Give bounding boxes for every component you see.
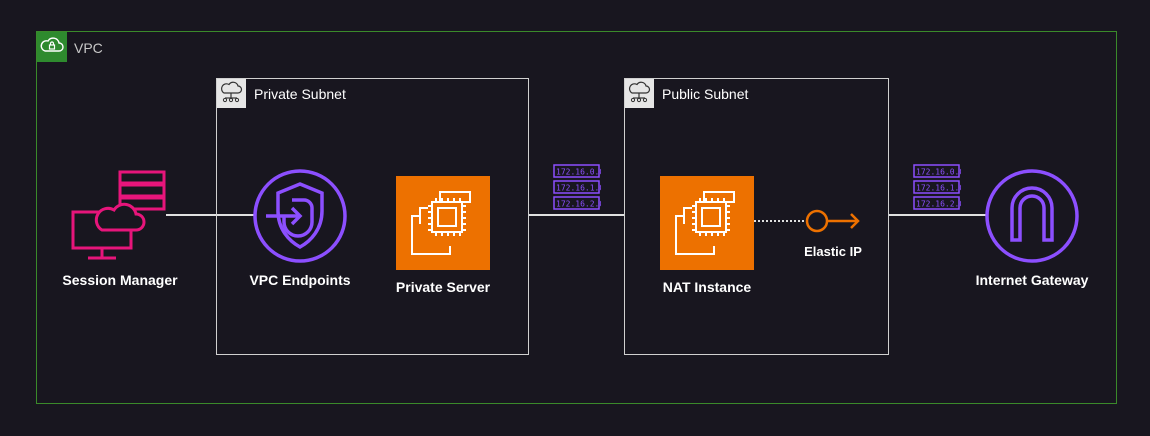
- vpc-container: VPC: [36, 31, 1117, 404]
- internet-gateway-icon: [985, 169, 1079, 263]
- vpc-endpoints-label: VPC Endpoints: [249, 272, 351, 288]
- route-cidr-left-2: 172.16.1.0: [556, 184, 601, 193]
- route-table-icon-right: 172.16.0.0 172.16.1.0 172.16.2.0: [913, 164, 961, 210]
- vpc-endpoints-icon: [253, 169, 347, 263]
- nat-instance-ec2-chip-icon: [660, 176, 754, 270]
- route-cidr-left-1: 172.16.0.0: [556, 168, 601, 177]
- subnet-cloud-icon: [217, 79, 246, 108]
- internet-gateway-label: Internet Gateway: [975, 272, 1089, 288]
- route-cidr-right-1: 172.16.0.0: [916, 168, 961, 177]
- session-manager-icon: [71, 170, 166, 260]
- route-cidr-right-3: 172.16.2.0: [916, 200, 961, 209]
- public-subnet-label: Public Subnet: [662, 86, 749, 102]
- route-cidr-left-3: 172.16.2.0: [556, 200, 601, 209]
- nat-instance-label: NAT Instance: [662, 279, 752, 295]
- private-server-label: Private Server: [395, 279, 491, 295]
- route-table-icon-left: 172.16.0.0 172.16.1.0 172.16.2.0: [553, 164, 601, 210]
- vpc-label: VPC: [74, 40, 103, 56]
- session-manager-label: Session Manager: [62, 272, 178, 288]
- elastic-ip-label: Elastic IP: [804, 244, 862, 259]
- vpc-cloud-lock-icon: [37, 32, 67, 62]
- route-cidr-right-2: 172.16.1.0: [916, 184, 961, 193]
- subnet-cloud-icon: [625, 79, 654, 108]
- private-server-ec2-chip-icon: [396, 176, 490, 270]
- private-subnet-label: Private Subnet: [254, 86, 346, 102]
- elastic-ip-icon: [805, 209, 860, 233]
